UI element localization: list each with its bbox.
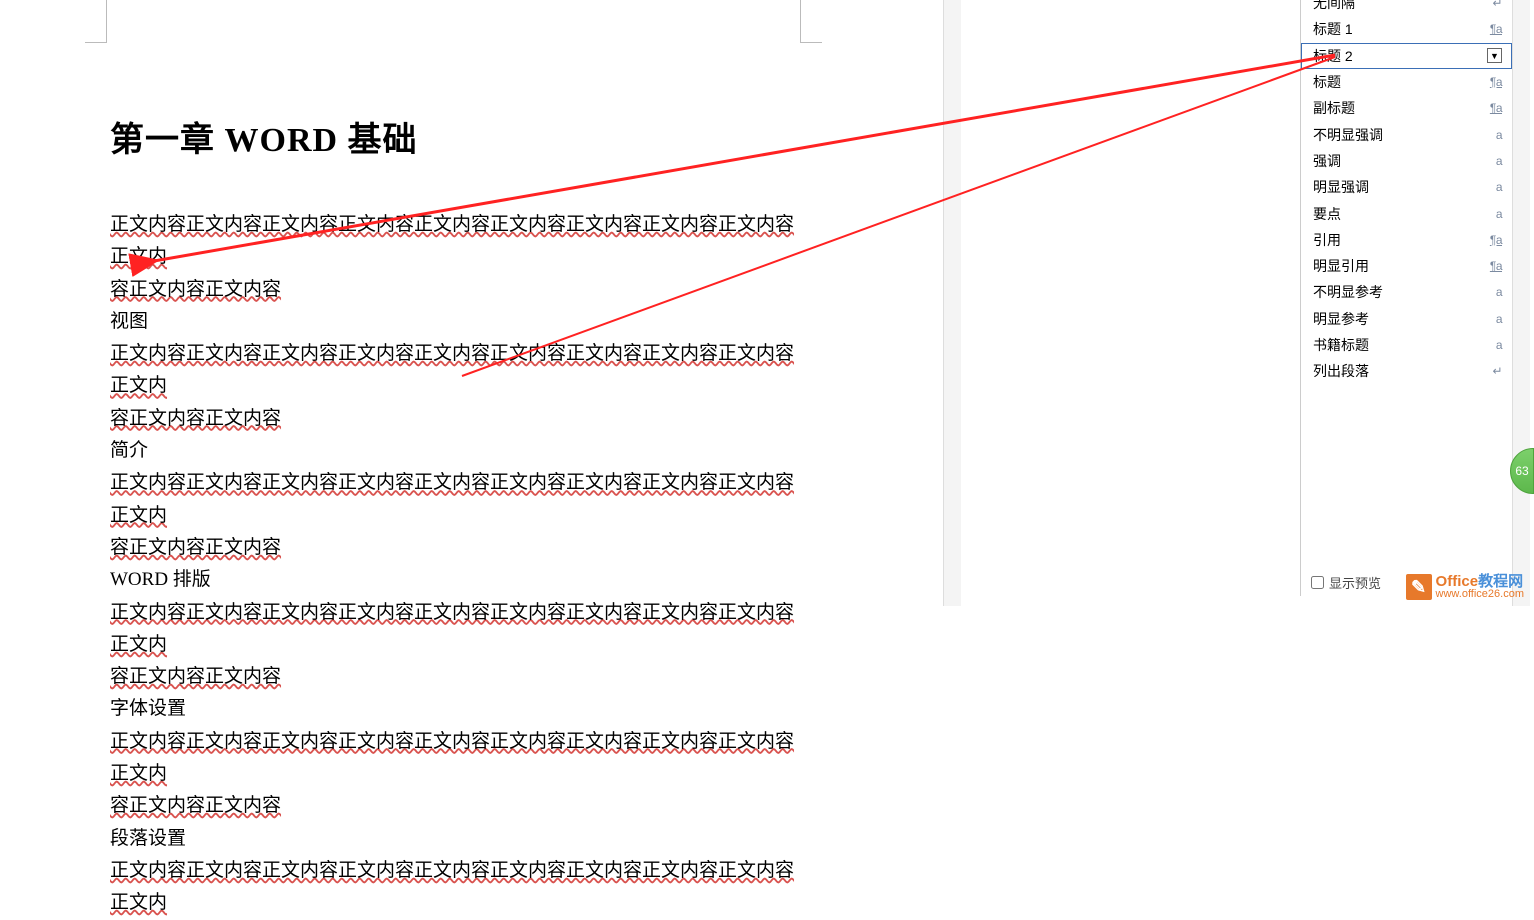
subheading-view[interactable]: 视图 <box>110 306 810 338</box>
subheading-font[interactable]: 字体设置 <box>110 693 810 725</box>
show-preview-checkbox[interactable] <box>1311 576 1324 589</box>
page-corner-top-right <box>800 0 822 43</box>
style-marker-icon: a <box>1496 154 1502 168</box>
style-label: 标题 <box>1313 72 1341 92</box>
style-marker-icon: ¶a <box>1490 75 1502 89</box>
style-marker-icon: a <box>1496 338 1502 352</box>
style-item-9[interactable]: 引用 ¶a <box>1301 227 1512 253</box>
body-text[interactable]: 正文内容正文内容正文内容正文内容正文内容正文内容正文内容正文内容正文内容正文内 <box>110 731 794 784</box>
style-item-6[interactable]: 强调 a <box>1301 148 1512 174</box>
style-marker-icon: ¶a <box>1490 101 1502 115</box>
subheading-paragraph[interactable]: 段落设置 <box>110 823 810 855</box>
document-scrollbar[interactable] <box>943 0 961 606</box>
style-item-4[interactable]: 副标题 ¶a <box>1301 95 1512 121</box>
style-item-5[interactable]: 不明显强调 a <box>1301 121 1512 147</box>
body-text[interactable]: 容正文内容正文内容 <box>110 795 281 816</box>
style-item-10[interactable]: 明显引用 ¶a <box>1301 253 1512 279</box>
badge-value: 63 <box>1515 464 1528 478</box>
styles-pane: 无间隔↵标题 1¶a标题 2▼标题¶a副标题¶a不明显强调a强调a明显强调a要点… <box>1300 0 1512 596</box>
style-label: 明显参考 <box>1313 309 1369 329</box>
body-text[interactable]: 容正文内容正文内容 <box>110 666 281 687</box>
style-label: 不明显强调 <box>1313 125 1383 145</box>
body-text[interactable]: 正文内容正文内容正文内容正文内容正文内容正文内容正文内容正文内容正文内容正文内 <box>110 602 794 655</box>
style-marker-icon: ↵ <box>1492 0 1502 10</box>
style-label: 标题 2 <box>1313 46 1353 66</box>
style-item-11[interactable]: 不明显参考 a <box>1301 279 1512 305</box>
watermark-icon: ✎ <box>1406 574 1432 600</box>
style-marker-icon: ¶a <box>1490 259 1502 273</box>
style-item-13[interactable]: 书籍标题 a <box>1301 332 1512 358</box>
style-label: 强调 <box>1313 151 1341 171</box>
styles-pane-scrollbar[interactable] <box>1512 0 1530 606</box>
document-area: 第一章 WORD 基础 正文内容正文内容正文内容正文内容正文内容正文内容正文内容… <box>0 0 945 606</box>
show-preview-row[interactable]: 显示预览 <box>1311 573 1381 592</box>
body-text[interactable]: 正文内容正文内容正文内容正文内容正文内容正文内容正文内容正文内容正文内容正文内 <box>110 343 794 396</box>
body-text[interactable]: 正文内容正文内容正文内容正文内容正文内容正文内容正文内容正文内容正文内容正文内 <box>110 472 794 525</box>
style-marker-icon: a <box>1496 207 1502 221</box>
watermark-url: www.office26.com <box>1436 589 1524 600</box>
document-content[interactable]: 第一章 WORD 基础 正文内容正文内容正文内容正文内容正文内容正文内容正文内容… <box>110 112 810 920</box>
style-marker-icon: ¶a <box>1490 22 1502 36</box>
style-item-14[interactable]: 列出段落 ↵ <box>1301 358 1512 384</box>
style-label: 书籍标题 <box>1313 335 1369 355</box>
style-marker-icon: a <box>1496 285 1502 299</box>
style-label: 明显引用 <box>1313 256 1369 276</box>
style-marker-icon: a <box>1496 180 1502 194</box>
style-label: 要点 <box>1313 204 1341 224</box>
style-label: 列出段落 <box>1313 361 1369 381</box>
body-text[interactable]: 正文内容正文内容正文内容正文内容正文内容正文内容正文内容正文内容正文内容正文内 <box>110 860 794 913</box>
body-text[interactable]: 容正文内容正文内容 <box>110 537 281 558</box>
page-corner-top-left <box>85 0 107 43</box>
style-label: 副标题 <box>1313 98 1355 118</box>
style-label: 无间隔 <box>1313 0 1355 13</box>
subheading-layout[interactable]: WORD 排版 <box>110 564 810 596</box>
style-marker-icon: a <box>1496 312 1502 326</box>
style-item-12[interactable]: 明显参考 a <box>1301 306 1512 332</box>
show-preview-label: 显示预览 <box>1329 573 1381 592</box>
body-text[interactable]: 容正文内容正文内容 <box>110 279 281 300</box>
watermark: ✎ Office教程网 www.office26.com <box>1406 574 1524 600</box>
watermark-brand: Office教程网 <box>1436 574 1524 589</box>
style-label: 引用 <box>1313 230 1341 250</box>
subheading-intro[interactable]: 简介 <box>110 435 810 467</box>
style-item-1[interactable]: 标题 1 ¶a <box>1301 16 1512 42</box>
body-text[interactable]: 容正文内容正文内容 <box>110 408 281 429</box>
style-item-8[interactable]: 要点 a <box>1301 200 1512 226</box>
style-marker-icon: ¶a <box>1490 233 1502 247</box>
style-label: 标题 1 <box>1313 19 1353 39</box>
style-item-7[interactable]: 明显强调 a <box>1301 174 1512 200</box>
style-dropdown-icon[interactable]: ▼ <box>1487 48 1502 63</box>
style-label: 不明显参考 <box>1313 282 1383 302</box>
style-marker-icon: a <box>1496 128 1502 142</box>
style-marker-icon: ↵ <box>1492 364 1502 378</box>
style-item-3[interactable]: 标题 ¶a <box>1301 69 1512 95</box>
style-item-2[interactable]: 标题 2 ▼ <box>1301 43 1512 69</box>
heading-1[interactable]: 第一章 WORD 基础 <box>110 112 810 161</box>
style-label: 明显强调 <box>1313 177 1369 197</box>
style-item-0[interactable]: 无间隔 ↵ <box>1301 0 1512 16</box>
body-text[interactable]: 正文内容正文内容正文内容正文内容正文内容正文内容正文内容正文内容正文内容正文内 <box>110 214 794 267</box>
